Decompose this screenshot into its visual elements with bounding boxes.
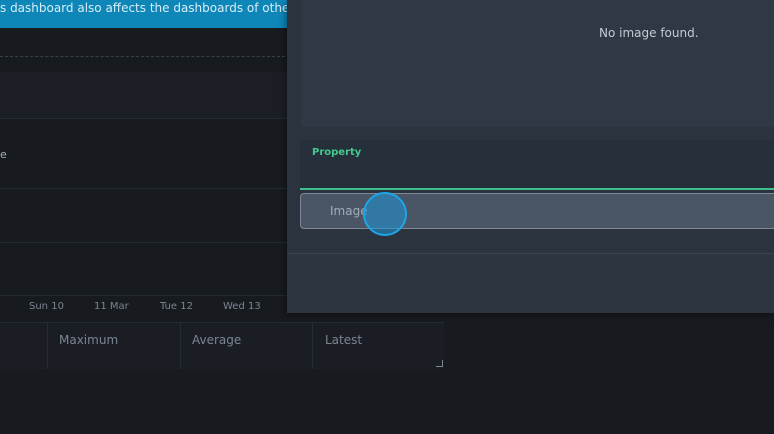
- legend-header-latest[interactable]: Latest: [325, 333, 362, 347]
- property-field[interactable]: Property: [300, 140, 774, 190]
- column-separator: [180, 323, 181, 369]
- image-preview-empty-text: No image found.: [599, 26, 699, 40]
- info-banner-text: s dashboard also affects the dashboards …: [0, 1, 300, 15]
- x-tick-label: Tue 12: [160, 301, 193, 312]
- column-separator: [47, 323, 48, 369]
- x-tick-label: Wed 13: [223, 301, 261, 312]
- legend-header-average[interactable]: Average: [192, 333, 241, 347]
- column-separator: [312, 323, 313, 369]
- resize-handle-icon[interactable]: [436, 360, 443, 367]
- image-select-label: Image: [330, 204, 368, 218]
- modal-footer: [287, 254, 774, 313]
- click-indicator-icon: [363, 192, 407, 236]
- dashed-divider: [0, 56, 290, 57]
- info-banner: s dashboard also affects the dashboards …: [0, 0, 300, 28]
- property-field-label: Property: [312, 147, 362, 158]
- x-tick-label: Sun 10: [29, 301, 64, 312]
- toolbar-band: [0, 72, 290, 118]
- legend-table: Maximum Average Latest: [0, 322, 444, 369]
- image-panel-modal: No image found. Property Image: [287, 0, 774, 313]
- image-preview: No image found.: [301, 0, 774, 127]
- chart-series-label-fragment: e: [0, 148, 7, 161]
- legend-header-maximum[interactable]: Maximum: [59, 333, 118, 347]
- x-tick-label: 11 Mar: [94, 301, 129, 312]
- screen: s dashboard also affects the dashboards …: [0, 0, 774, 434]
